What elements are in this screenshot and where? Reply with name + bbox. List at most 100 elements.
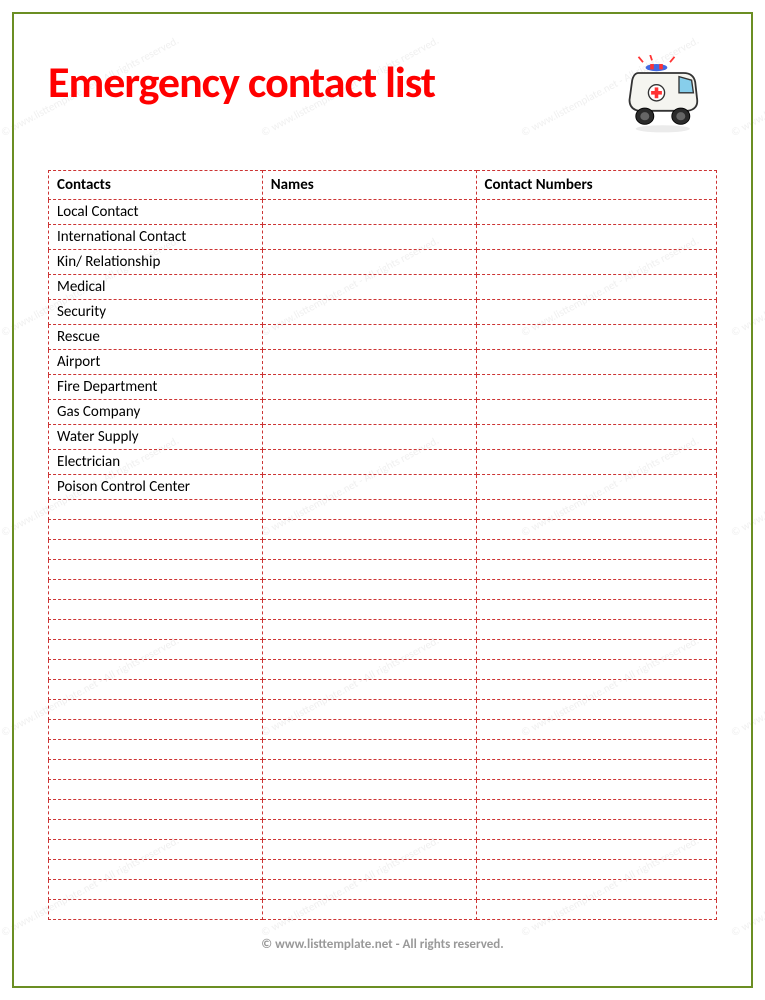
name-cell	[262, 275, 476, 300]
table-row: Security	[49, 300, 717, 325]
empty-cell	[476, 820, 717, 840]
number-cell	[476, 475, 717, 500]
empty-cell	[476, 880, 717, 900]
name-cell	[262, 225, 476, 250]
empty-cell	[49, 760, 263, 780]
table-row: Water Supply	[49, 425, 717, 450]
empty-cell	[49, 680, 263, 700]
empty-cell	[476, 780, 717, 800]
contact-cell: Medical	[49, 275, 263, 300]
table-row	[49, 880, 717, 900]
contact-cell: Poison Control Center	[49, 475, 263, 500]
table-row	[49, 540, 717, 560]
empty-cell	[262, 660, 476, 680]
empty-cell	[262, 760, 476, 780]
empty-cell	[49, 700, 263, 720]
empty-cell	[49, 840, 263, 860]
table-row	[49, 680, 717, 700]
number-cell	[476, 225, 717, 250]
number-cell	[476, 200, 717, 225]
empty-cell	[262, 700, 476, 720]
ambulance-icon	[625, 55, 715, 135]
table-row	[49, 640, 717, 660]
empty-cell	[49, 740, 263, 760]
contact-cell: Water Supply	[49, 425, 263, 450]
table-row: Gas Company	[49, 400, 717, 425]
empty-cell	[49, 660, 263, 680]
table-row	[49, 620, 717, 640]
table-header-row: Contacts Names Contact Numbers	[49, 171, 717, 200]
page-title: Emergency contact list	[40, 55, 435, 109]
empty-cell	[262, 540, 476, 560]
empty-cell	[49, 720, 263, 740]
contact-cell: Airport	[49, 350, 263, 375]
table-row	[49, 520, 717, 540]
table-row	[49, 780, 717, 800]
empty-cell	[262, 720, 476, 740]
empty-cell	[476, 640, 717, 660]
contact-cell: Security	[49, 300, 263, 325]
table-row	[49, 660, 717, 680]
table-row	[49, 700, 717, 720]
table-row: Kin/ Relationship	[49, 250, 717, 275]
name-cell	[262, 350, 476, 375]
empty-cell	[262, 640, 476, 660]
empty-cell	[476, 580, 717, 600]
empty-cell	[476, 500, 717, 520]
column-header-contacts: Contacts	[49, 171, 263, 200]
empty-cell	[262, 620, 476, 640]
table-row	[49, 720, 717, 740]
empty-cell	[262, 820, 476, 840]
table-row	[49, 500, 717, 520]
table-row: Airport	[49, 350, 717, 375]
number-cell	[476, 425, 717, 450]
empty-cell	[49, 500, 263, 520]
empty-cell	[49, 580, 263, 600]
empty-cell	[476, 620, 717, 640]
table-row: Fire Department	[49, 375, 717, 400]
empty-cell	[262, 520, 476, 540]
empty-cell	[262, 740, 476, 760]
table-row	[49, 580, 717, 600]
empty-cell	[476, 800, 717, 820]
table-row: Medical	[49, 275, 717, 300]
number-cell	[476, 375, 717, 400]
empty-cell	[49, 520, 263, 540]
number-cell	[476, 300, 717, 325]
empty-cell	[476, 560, 717, 580]
footer-text: © www.listtemplate.net - All rights rese…	[40, 937, 725, 952]
number-cell	[476, 400, 717, 425]
number-cell	[476, 275, 717, 300]
contact-cell: Local Contact	[49, 200, 263, 225]
name-cell	[262, 325, 476, 350]
empty-cell	[49, 780, 263, 800]
table-row: Rescue	[49, 325, 717, 350]
contact-cell: Rescue	[49, 325, 263, 350]
number-cell	[476, 250, 717, 275]
contact-cell: Kin/ Relationship	[49, 250, 263, 275]
empty-cell	[476, 900, 717, 920]
empty-cell	[49, 860, 263, 880]
empty-cell	[262, 800, 476, 820]
number-cell	[476, 325, 717, 350]
name-cell	[262, 375, 476, 400]
empty-cell	[49, 620, 263, 640]
empty-cell	[476, 760, 717, 780]
empty-cell	[476, 740, 717, 760]
table-row	[49, 840, 717, 860]
name-cell	[262, 400, 476, 425]
column-header-numbers: Contact Numbers	[476, 171, 717, 200]
contact-cell: Fire Department	[49, 375, 263, 400]
name-cell	[262, 425, 476, 450]
empty-cell	[262, 900, 476, 920]
empty-cell	[476, 860, 717, 880]
empty-cell	[476, 840, 717, 860]
empty-cell	[49, 560, 263, 580]
table-row	[49, 820, 717, 840]
table-row	[49, 900, 717, 920]
empty-cell	[49, 820, 263, 840]
table-row: Local Contact	[49, 200, 717, 225]
table-row: Electrician	[49, 450, 717, 475]
header: Emergency contact list	[40, 30, 725, 135]
empty-cell	[476, 540, 717, 560]
